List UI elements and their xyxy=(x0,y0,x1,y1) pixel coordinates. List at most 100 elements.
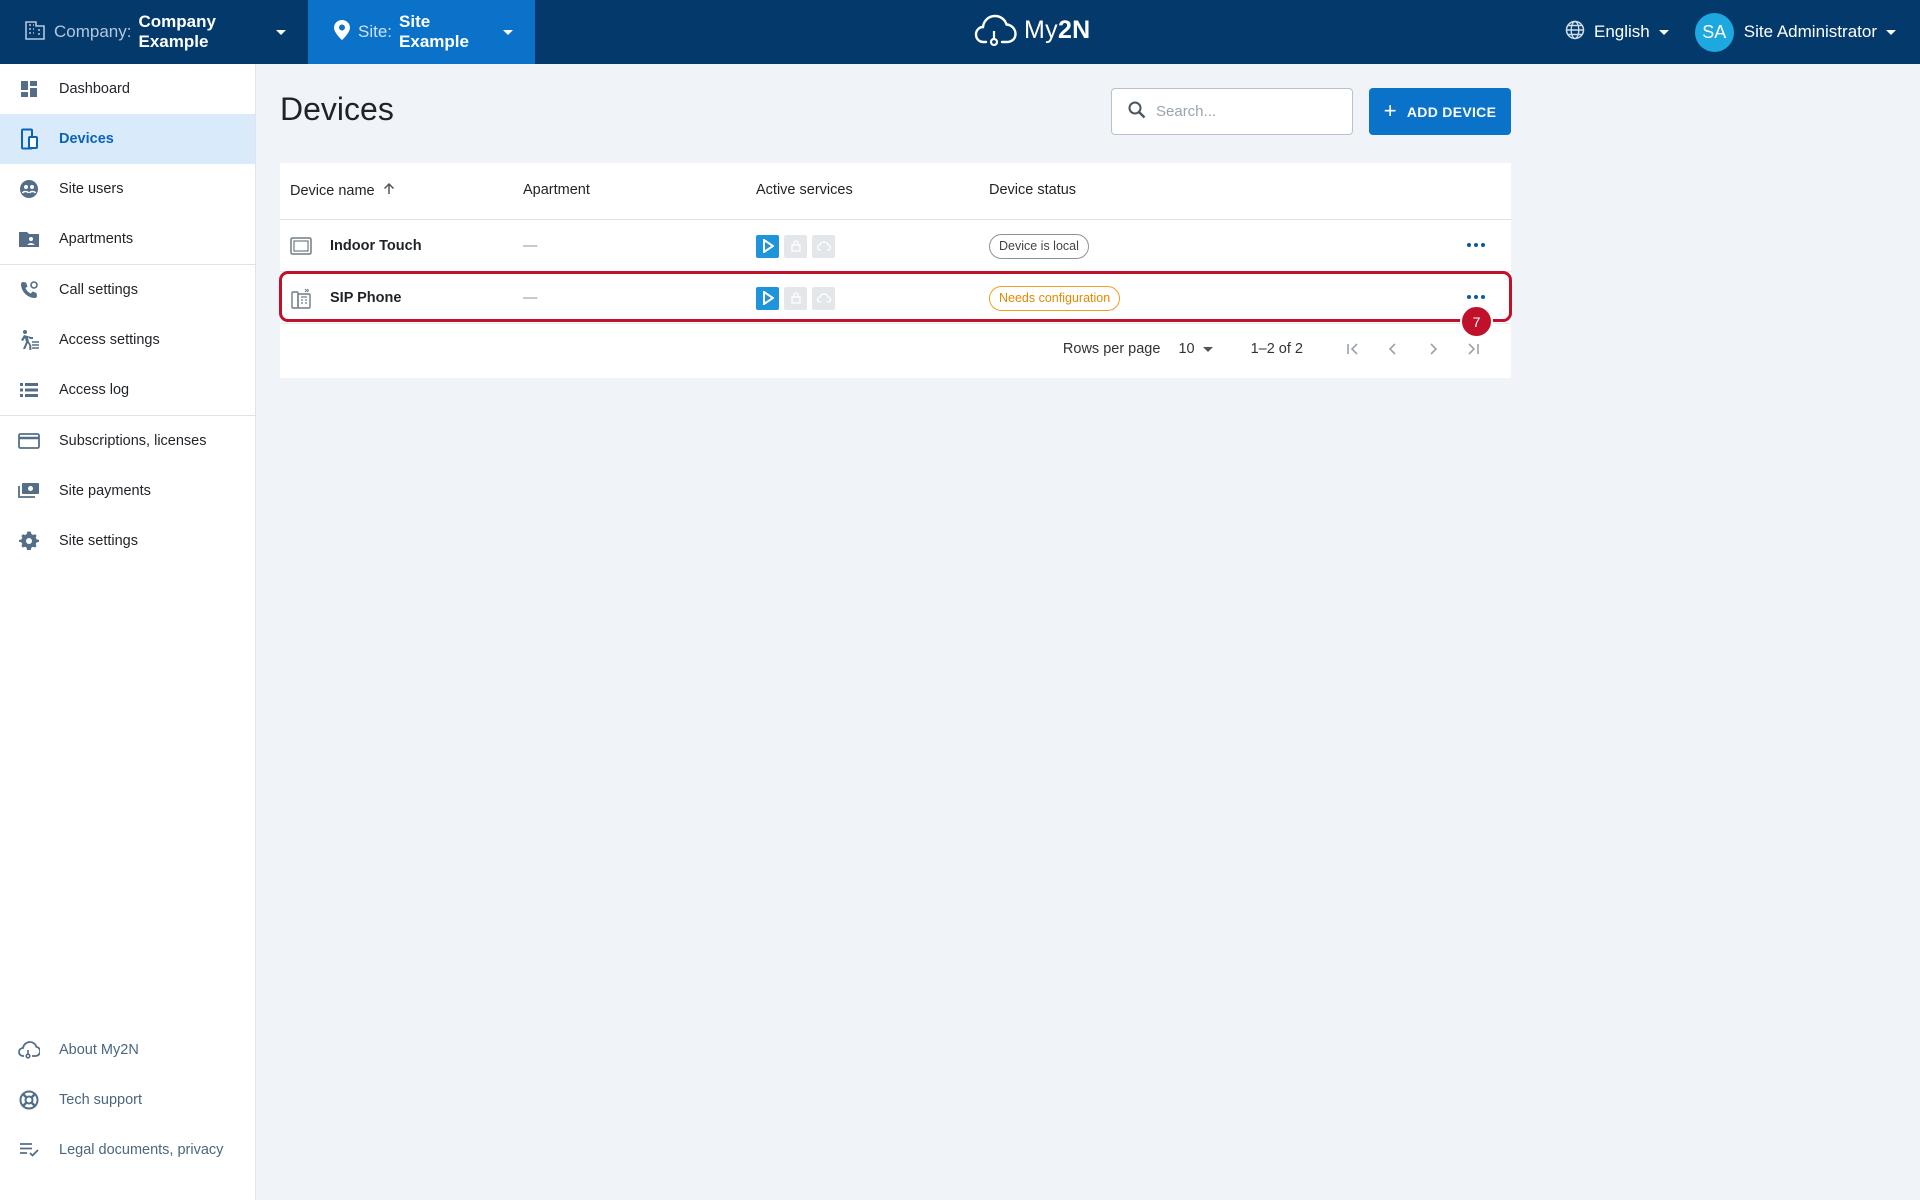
service-mobile-video-icon xyxy=(756,234,779,258)
apartment-value: — xyxy=(523,238,538,254)
sidebar-item-label: Call settings xyxy=(59,282,138,298)
sidebar-item-label: Site payments xyxy=(59,483,151,499)
devices-icon xyxy=(18,128,40,150)
previous-page-button[interactable] xyxy=(1373,329,1413,369)
dashboard-icon xyxy=(18,78,40,100)
language-selector[interactable]: English xyxy=(1565,20,1669,45)
building-icon xyxy=(24,20,46,45)
active-services xyxy=(756,220,840,272)
call-settings-icon xyxy=(18,279,40,301)
chevron-down-icon xyxy=(1202,346,1213,352)
sidebar-item-access-log[interactable]: Access log xyxy=(0,365,255,415)
device-type-icon xyxy=(290,220,312,272)
status-badge: Device is local xyxy=(989,233,1089,259)
sidebar-item-label: Legal documents, privacy xyxy=(59,1142,224,1158)
sidebar-item-label: Subscriptions, licenses xyxy=(59,433,207,449)
user-name: Site Administrator xyxy=(1743,22,1877,41)
search-input[interactable] xyxy=(1156,103,1336,120)
sidebar-item-apartments[interactable]: Apartments xyxy=(0,214,255,264)
sidebar-item-label: Access log xyxy=(59,382,130,398)
search-box[interactable] xyxy=(1111,88,1353,135)
rows-per-page-label: Rows per page xyxy=(1062,341,1161,357)
first-page-icon xyxy=(1347,343,1358,355)
indoor-touch-icon xyxy=(290,237,312,255)
site-selector[interactable]: Site: Site Example xyxy=(308,0,535,64)
arrow-up-icon xyxy=(383,182,395,199)
my2n-logo: My2N xyxy=(974,12,1091,48)
cloud-logo-icon xyxy=(974,14,1017,47)
sidebar: Dashboard Devices Site users Apartments … xyxy=(0,64,256,1200)
table-row[interactable]: SIP Phone — Needs configuration xyxy=(280,272,1511,324)
sidebar-item-site-payments[interactable]: Site payments xyxy=(0,466,255,516)
company-selector[interactable]: Company: Company Example xyxy=(0,0,308,64)
lifebuoy-icon xyxy=(18,1089,40,1111)
sidebar-item-label: Access settings xyxy=(59,332,160,348)
service-cloud-icon xyxy=(812,286,835,310)
apartment-value: — xyxy=(523,290,538,306)
search-icon xyxy=(1128,101,1146,123)
table-row[interactable]: Indoor Touch — Device is local xyxy=(280,220,1511,272)
next-page-button[interactable] xyxy=(1413,329,1453,369)
gear-icon xyxy=(18,530,40,552)
rows-per-page-select[interactable]: 10 xyxy=(1178,341,1213,357)
device-type-icon xyxy=(290,272,312,324)
more-actions-button[interactable] xyxy=(1467,295,1485,299)
company-value: Company Example xyxy=(138,12,216,51)
sidebar-item-label: Tech support xyxy=(59,1092,143,1108)
sidebar-item-call-settings[interactable]: Call settings xyxy=(0,265,255,315)
chevron-down-icon xyxy=(276,29,286,35)
device-status: Device is local xyxy=(989,220,1089,272)
sidebar-item-site-settings[interactable]: Site settings xyxy=(0,516,255,566)
sidebar-item-label: Site settings xyxy=(59,533,138,549)
access-settings-icon xyxy=(18,329,40,351)
status-badge: Needs configuration xyxy=(989,285,1121,311)
card-icon xyxy=(18,430,40,452)
sidebar-item-dashboard[interactable]: Dashboard xyxy=(0,64,255,114)
service-lock-icon xyxy=(784,286,807,310)
more-actions-button[interactable] xyxy=(1467,243,1485,247)
users-icon xyxy=(18,178,40,200)
pagination: Rows per page 10 1–2 of 2 xyxy=(280,320,1511,378)
cloud-icon xyxy=(18,1039,40,1061)
service-lock-icon xyxy=(784,234,807,258)
user-menu[interactable]: SA Site Administrator xyxy=(1694,12,1896,52)
language-label: English xyxy=(1594,22,1650,41)
sidebar-item-access-settings[interactable]: Access settings xyxy=(0,315,255,365)
chevron-right-icon xyxy=(1430,343,1438,355)
device-status: Needs configuration xyxy=(989,272,1121,324)
apartments-icon xyxy=(18,228,40,250)
active-services xyxy=(756,272,840,324)
add-device-button[interactable]: + ADD DEVICE xyxy=(1369,88,1511,135)
sidebar-item-devices[interactable]: Devices xyxy=(0,114,255,164)
top-bar: Company: Company Example Site: Site Exam… xyxy=(0,0,1920,64)
column-header-device-status[interactable]: Device status xyxy=(989,182,1076,198)
globe-icon xyxy=(1565,20,1585,45)
step-badge: 7 xyxy=(1460,305,1493,338)
sidebar-item-about[interactable]: About My2N xyxy=(0,1025,255,1075)
payments-icon xyxy=(18,480,40,502)
pagination-range: 1–2 of 2 xyxy=(1250,341,1303,357)
device-name[interactable]: SIP Phone xyxy=(330,272,401,324)
service-mobile-video-icon xyxy=(756,286,779,310)
table-header: Device name Apartment Active services De… xyxy=(280,163,1511,220)
first-page-button[interactable] xyxy=(1333,329,1373,369)
list-check-icon xyxy=(18,1139,40,1161)
sidebar-item-subscriptions[interactable]: Subscriptions, licenses xyxy=(0,416,255,466)
chevron-down-icon xyxy=(503,29,513,35)
chevron-left-icon xyxy=(1388,343,1396,355)
sidebar-item-legal[interactable]: Legal documents, privacy xyxy=(0,1125,255,1175)
sidebar-item-label: Apartments xyxy=(59,231,134,247)
sidebar-item-label: Dashboard xyxy=(59,81,130,97)
devices-table: Device name Apartment Active services De… xyxy=(280,163,1511,378)
access-log-icon xyxy=(18,379,40,401)
sidebar-item-tech-support[interactable]: Tech support xyxy=(0,1075,255,1125)
device-name[interactable]: Indoor Touch xyxy=(330,220,422,272)
site-label: Site: xyxy=(358,22,393,41)
column-header-active-services[interactable]: Active services xyxy=(756,182,853,198)
service-cloud-icon xyxy=(812,234,835,258)
column-header-apartment[interactable]: Apartment xyxy=(523,182,590,198)
sidebar-item-site-users[interactable]: Site users xyxy=(0,164,255,214)
logo-text: My2N xyxy=(1024,15,1091,44)
sidebar-item-label: About My2N xyxy=(59,1042,139,1058)
column-header-device-name[interactable]: Device name xyxy=(290,182,395,199)
